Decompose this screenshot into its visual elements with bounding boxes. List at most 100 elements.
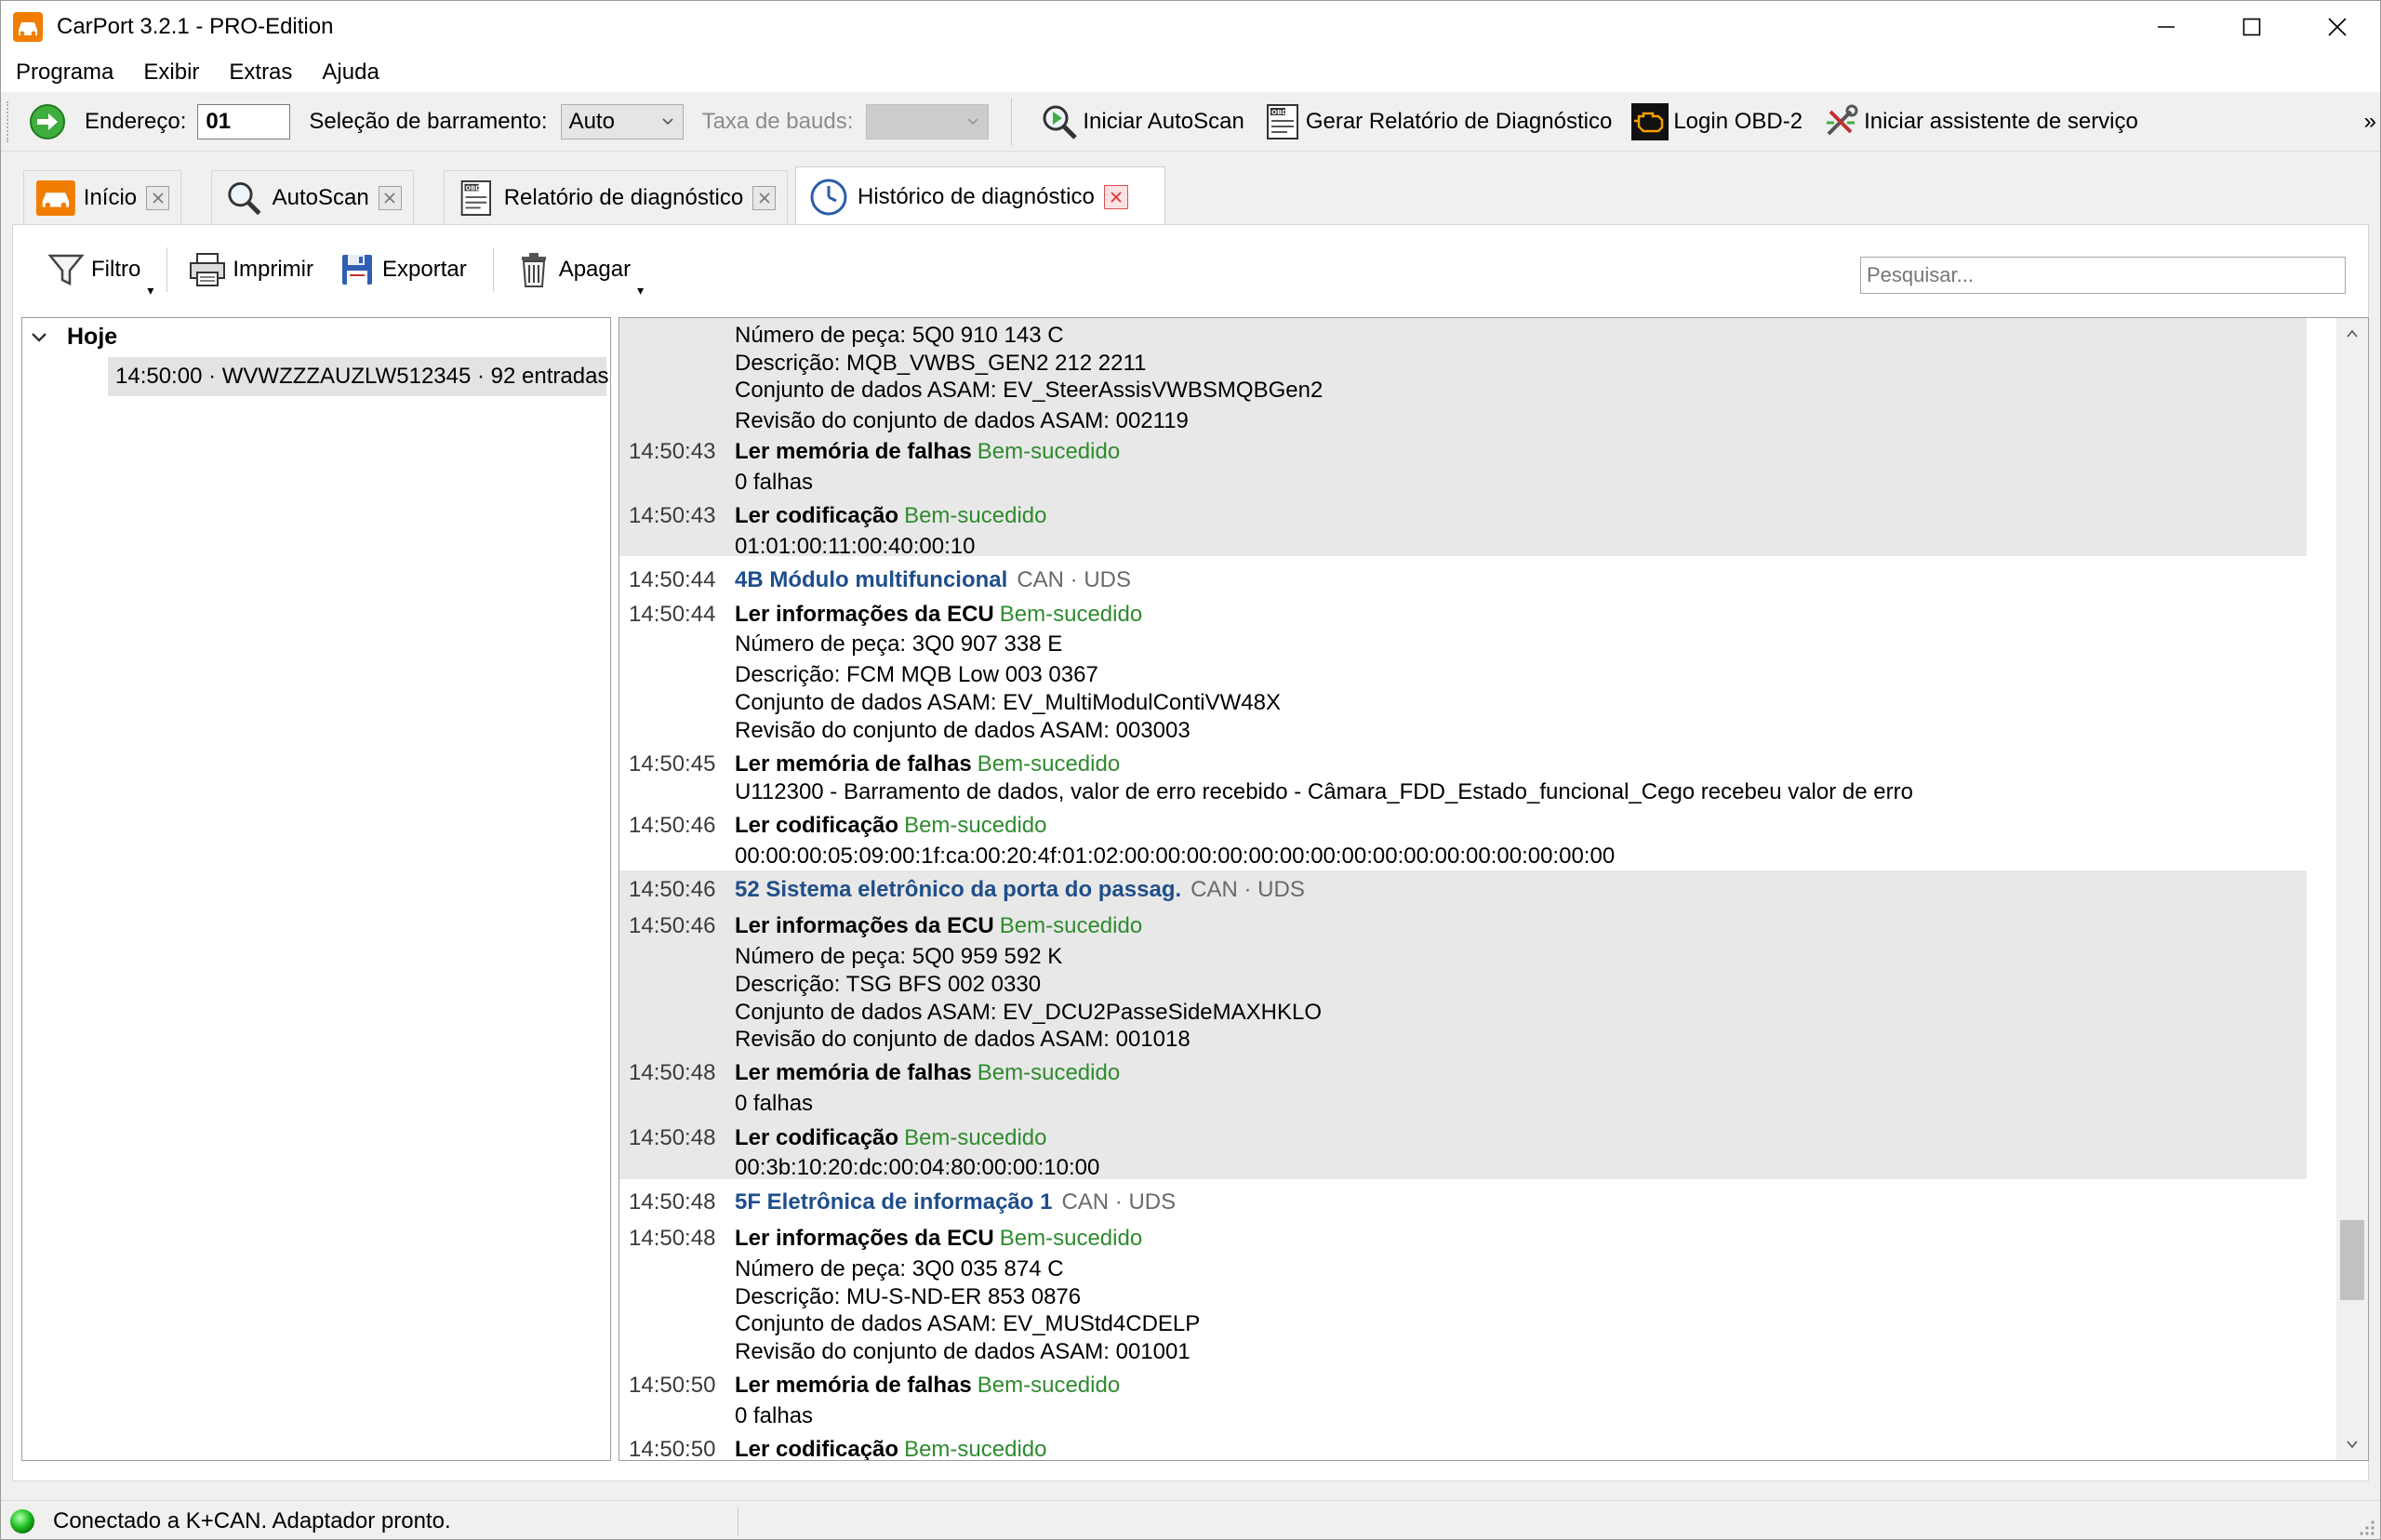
log-detail-text: Descrição: FCM MQB Low 003 0367 [735,662,1098,687]
chevron-up-icon [2347,329,2358,338]
log-detail-text: Número de peça: 3Q0 907 338 E [735,631,1063,657]
log-operation-text: Ler codificação Bem-sucedido [735,500,1046,532]
tab-diagnostic-report-label: Relatório de diagnóstico [503,184,744,210]
title-bar[interactable]: CarPort 3.2.1 - PRO-Edition [1,1,2380,53]
tab-diagnostic-history[interactable]: Histórico de diagnóstico [795,166,1165,226]
delete-button[interactable]: Apagar ▾ [514,250,644,298]
menu-programa[interactable]: Programa [1,53,128,92]
service-tools-icon [1827,104,1858,135]
filter-button[interactable]: Filtro ▾ [47,250,153,298]
svg-text:OBD: OBD [1271,109,1287,116]
maximize-button[interactable] [2209,1,2295,53]
login-obd2-label: Login OBD-2 [1673,108,1803,134]
module-protocol: CAN · UDS [1061,1189,1177,1215]
close-window-button[interactable] [2295,1,2380,53]
toolbar-overflow-button[interactable]: » [2364,109,2376,135]
menu-ajuda[interactable]: Ajuda [307,53,393,92]
log-timestamp: 14:50:50 [629,1373,716,1398]
operation-status: Bem-sucedido [977,439,1121,464]
log-timestamp: 14:50:44 [629,567,716,592]
autoscan-icon [1043,105,1078,139]
log-operation-text: Ler codificação Bem-sucedido [735,810,1046,842]
dropdown-caret-icon: ▾ [147,283,154,298]
menu-extras[interactable]: Extras [214,53,307,92]
history-log: Número de peça: 5Q0 910 143 C Descrição: … [619,317,2369,1461]
log-detail-text: 00:00:00:05:09:00:1f:ca:00:20:4f:01:02:0… [735,843,1616,869]
tree-item-session[interactable]: 14:50:00 · WVWZZZAUZLW512345 · 92 entrad… [108,357,608,396]
generate-report-label: Gerar Relatório de Diagnóstico [1305,108,1613,134]
maximize-icon [2242,18,2261,36]
tab-inicio[interactable]: Início [23,170,181,224]
tree-group-label: Hoje [67,324,118,350]
search-input[interactable] [1860,257,2346,294]
tab-diagnostic-history-close[interactable] [1103,184,1128,209]
log-detail-text: Conjunto de dados ASAM: EV_MultiModulCon… [735,690,1281,715]
generate-report-button[interactable]: OBD Gerar Relatório de Diagnóstico [1263,102,1613,141]
address-label: Endereço: [85,108,187,134]
resize-grip-icon[interactable] [2356,1517,2376,1537]
trash-icon [521,253,546,287]
connect-arrow-icon[interactable] [29,103,66,140]
close-icon [384,192,395,204]
print-label: Imprimir [233,257,313,282]
operation-name: Ler codificação [735,1437,899,1461]
tab-strip: Início AutoScan OBD Relatório de diagnós… [1,152,2380,226]
printer-icon [190,253,226,286]
tab-diagnostic-report[interactable]: OBD Relatório de diagnóstico [444,170,788,224]
export-button[interactable]: Exportar [338,250,467,289]
operation-name: Ler memória de falhas [735,1373,972,1398]
login-obd2-button[interactable]: Login OBD-2 [1630,102,1802,141]
scroll-down-button[interactable] [2336,1428,2368,1460]
baud-rate-dropdown [866,103,990,139]
module-protocol: CAN · UDS [1017,567,1131,592]
tab-autoscan[interactable]: AutoScan [211,170,414,224]
tab-inicio-label: Início [83,184,138,210]
operation-status: Bem-sucedido [999,913,1143,938]
tab-autoscan-close[interactable] [378,185,402,210]
service-assistant-button[interactable]: Iniciar assistente de serviço [1821,102,2138,141]
tab-diagnostic-report-close[interactable] [752,185,776,210]
log-operation-text: Ler memória de falhas Bem-sucedido [735,1057,1120,1089]
log-timestamp: 14:50:46 [629,813,716,838]
dropdown-caret-icon: ▾ [637,283,645,298]
start-autoscan-button[interactable]: Iniciar AutoScan [1040,102,1244,141]
print-button[interactable]: Imprimir [188,250,313,289]
log-timestamp: 14:50:46 [629,877,716,902]
operation-name: Ler memória de falhas [735,751,972,777]
baud-rate-label: Taxa de bauds: [701,108,854,134]
log-timestamp: 14:50:50 [629,1437,716,1461]
log-detail-text: Número de peça: 3Q0 035 874 C [735,1256,1064,1281]
log-detail-text: Revisão do conjunto de dados ASAM: 00101… [735,1027,1190,1052]
close-icon [759,192,770,204]
operation-name: Ler codificação [735,503,899,528]
close-icon [2328,18,2347,36]
log-detail-text: Revisão do conjunto de dados ASAM: 00211… [735,408,1189,433]
log-module-text: 52 Sistema eletrônico da porta do passag… [735,874,1305,906]
window-title: CarPort 3.2.1 - PRO-Edition [57,14,334,39]
bus-selection-dropdown[interactable]: Auto [560,103,684,139]
operation-status: Bem-sucedido [904,1437,1047,1461]
window-controls [2123,1,2380,53]
log-operation-text: Ler codificação Bem-sucedido [735,1122,1046,1154]
log-timestamp: 14:50:45 [629,751,716,777]
log-detail-text: Conjunto de dados ASAM: EV_SteerAssisVWB… [735,378,1324,403]
menu-exibir[interactable]: Exibir [128,53,214,92]
carport-app-icon [13,12,43,42]
log-timestamp: 14:50:43 [629,503,716,528]
address-input[interactable] [197,103,291,139]
module-name: 5F Eletrônica de informação 1 [735,1189,1053,1215]
main-toolbar: Endereço: Seleção de barramento: Auto Ta… [1,92,2380,152]
log-module-text: 5F Eletrônica de informação 1 CAN · UDS [735,1187,1176,1218]
chevron-down-icon[interactable] [30,328,48,347]
scroll-thumb[interactable] [2340,1220,2364,1300]
log-detail-text: Revisão do conjunto de dados ASAM: 00100… [735,1339,1190,1364]
filter-icon [47,254,85,286]
tab-inicio-close[interactable] [146,185,169,210]
module-protocol: CAN · UDS [1190,877,1305,902]
toolbar-grip[interactable] [7,100,12,142]
obd-report-icon: OBD [460,179,492,216]
log-scrollbar[interactable] [2336,318,2368,1460]
tree-group-today[interactable]: Hoje [30,324,117,351]
minimize-button[interactable] [2123,1,2209,53]
scroll-up-button[interactable] [2336,318,2368,350]
